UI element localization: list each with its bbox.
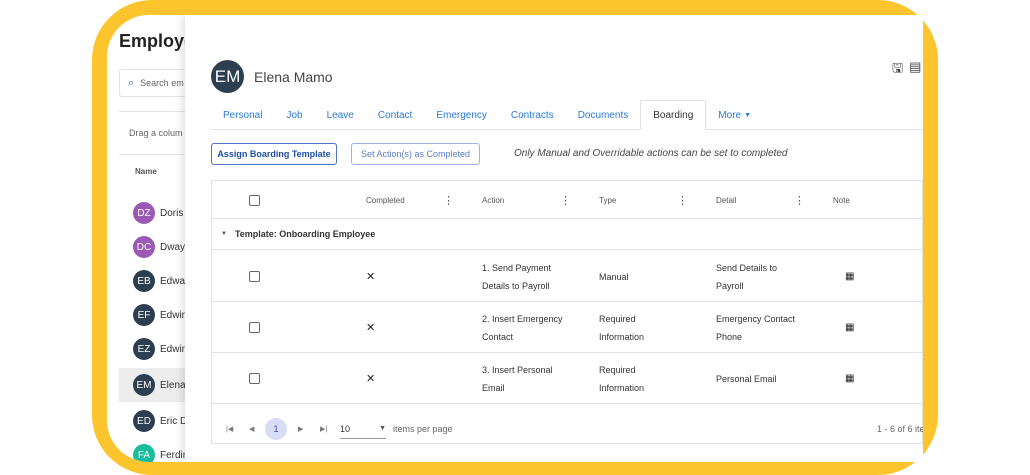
action-cell: 1. Send Payment Details to Payroll <box>482 262 552 291</box>
list-item-name: Edwa <box>160 275 186 287</box>
type-cell: Required Information <box>599 364 645 393</box>
chevron-down-icon: ▼ <box>744 111 752 119</box>
detail-cell: Emergency Contact Phone <box>716 313 796 342</box>
detail-cell: Personal Email <box>716 373 777 384</box>
column-menu-icon[interactable]: ⋮ <box>443 181 454 219</box>
avatar: DC <box>133 236 155 258</box>
avatar: ED <box>133 410 155 432</box>
tab-personal[interactable]: Personal <box>211 100 274 130</box>
group-label: Template: Onboarding Employee <box>234 229 376 239</box>
action-cell: 2. Insert Emergency Contact <box>482 313 563 342</box>
panel-actions: 🖫 ▤ <box>892 59 921 81</box>
search-placeholder: Search em <box>140 78 184 88</box>
list-item-name: Edwin <box>160 343 188 355</box>
detail-cell: Send Details to Payroll <box>716 262 778 291</box>
collapse-caret-icon[interactable]: ▼ <box>221 231 227 237</box>
tab-label: Leave <box>326 109 354 121</box>
note-document-icon[interactable]: ▦ <box>845 251 854 302</box>
column-header-detail[interactable]: Detail <box>716 181 736 219</box>
avatar: EF <box>133 304 155 326</box>
table-row[interactable]: ✕ 3. Insert Personal Email Required Informat… <box>212 353 923 404</box>
employee-detail-panel: EM Elena Mamo 🖫 ▤ Personal Job Leave Contac… <box>185 15 923 462</box>
completion-note: Only Manual and Overridable actions can … <box>514 148 788 159</box>
page-range-label: 1 - 6 of 6 ite <box>877 424 923 434</box>
avatar: DZ <box>133 202 155 224</box>
column-header-completed[interactable]: Completed <box>366 181 405 219</box>
list-item-name: Doris <box>160 207 184 219</box>
column-header-type[interactable]: Type <box>599 181 616 219</box>
group-row-template[interactable]: ▼ Template: Onboarding Employee <box>212 219 923 250</box>
avatar: EB <box>133 270 155 292</box>
boarding-grid: Completed ⋮ Action ⋮ Type ⋮ Detail ⋮ Not… <box>211 180 923 444</box>
previous-page-icon[interactable]: ◀ <box>249 425 254 433</box>
type-cell: Manual <box>599 271 629 282</box>
action-cell: 3. Insert Personal Email <box>482 364 553 393</box>
tab-label: Personal <box>223 109 263 121</box>
tab-label: More <box>718 109 742 121</box>
column-header-note[interactable]: Note <box>833 181 850 219</box>
name-column-header[interactable]: Name <box>135 167 157 176</box>
avatar: EM <box>211 60 244 93</box>
tab-boarding[interactable]: Boarding <box>640 100 707 130</box>
print-icon[interactable]: ▤ <box>909 59 921 81</box>
column-header-action[interactable]: Action <box>482 181 504 219</box>
completed-status: ✕ <box>366 321 376 334</box>
employee-name: Elena Mamo <box>254 69 333 85</box>
completed-status: ✕ <box>366 372 376 385</box>
tab-label: Contact <box>377 109 413 121</box>
row-checkbox[interactable] <box>249 251 260 302</box>
table-row[interactable]: ✕ 1. Send Payment Details to Payroll Manual… <box>212 251 923 302</box>
chevron-down-icon: ▼ <box>379 425 386 432</box>
column-menu-icon[interactable]: ⋮ <box>560 181 571 219</box>
list-item-name: Elena <box>160 379 186 391</box>
first-page-icon[interactable]: |◀ <box>226 425 233 433</box>
set-actions-completed-button[interactable]: Set Action(s) as Completed <box>351 143 480 165</box>
per-page-label: items per page <box>393 424 453 434</box>
row-checkbox[interactable] <box>249 353 260 404</box>
type-cell: Required Information <box>599 313 645 342</box>
current-page-button[interactable]: 1 <box>265 418 287 440</box>
per-page-value: 10 <box>340 423 351 434</box>
tab-label: Emergency <box>436 109 487 121</box>
tab-job[interactable]: Job <box>274 100 314 130</box>
note-document-icon[interactable]: ▦ <box>845 302 854 353</box>
app-screen: Employe ⌕ Search em Drag a colum Name DZ… <box>107 15 923 462</box>
column-menu-icon[interactable]: ⋮ <box>677 181 688 219</box>
avatar: FA <box>133 444 155 462</box>
pager: |◀ ◀ 1 ▶ ▶| 10 ▼ items per page 1 - 6 of… <box>212 413 923 445</box>
tab-label: Documents <box>577 109 629 121</box>
avatar: EZ <box>133 338 155 360</box>
items-per-page-select[interactable]: 10 ▼ <box>340 419 386 439</box>
last-page-icon[interactable]: ▶| <box>320 425 327 433</box>
grid-header: Completed ⋮ Action ⋮ Type ⋮ Detail ⋮ Not… <box>212 181 923 219</box>
tab-contracts[interactable]: Contracts <box>499 100 566 130</box>
list-item-name: Dway <box>160 241 186 253</box>
note-document-icon[interactable]: ▦ <box>845 353 854 404</box>
column-menu-icon[interactable]: ⋮ <box>794 181 805 219</box>
tab-more[interactable]: More ▼ <box>706 100 763 130</box>
tab-label: Job <box>286 109 303 121</box>
save-icon[interactable]: 🖫 <box>892 59 903 81</box>
tab-leave[interactable]: Leave <box>315 100 366 130</box>
avatar: EM <box>133 374 155 396</box>
tab-contact[interactable]: Contact <box>366 100 424 130</box>
employee-list-title: Employe <box>119 31 195 51</box>
select-all-checkbox[interactable] <box>249 181 260 219</box>
list-item-name: Eric D <box>160 415 188 427</box>
tab-emergency[interactable]: Emergency <box>424 100 499 130</box>
tab-documents[interactable]: Documents <box>566 100 641 130</box>
table-row[interactable]: ✕ 2. Insert Emergency Contact Required Infor… <box>212 302 923 353</box>
list-item-name: Edwin <box>160 309 188 321</box>
search-icon: ⌕ <box>128 76 135 89</box>
tab-bar: Personal Job Leave Contact Emergency Contract… <box>211 100 923 130</box>
tab-label: Boarding <box>653 109 694 121</box>
row-checkbox[interactable] <box>249 302 260 353</box>
completed-status: ✕ <box>366 270 376 283</box>
tab-label: Contracts <box>510 109 554 121</box>
assign-boarding-template-button[interactable]: Assign Boarding Template <box>211 143 337 165</box>
next-page-icon[interactable]: ▶ <box>298 425 303 433</box>
